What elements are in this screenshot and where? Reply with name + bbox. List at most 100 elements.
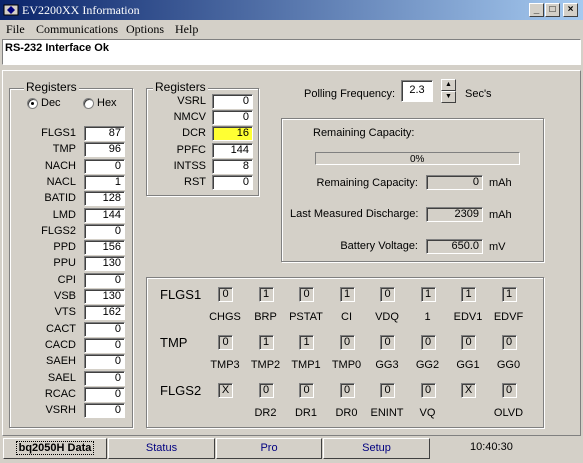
- register-value: 0: [84, 223, 125, 239]
- polling-spin-up[interactable]: ▲: [441, 79, 456, 91]
- register-label: CACT: [46, 322, 76, 335]
- flag-bit-name: DR0: [335, 407, 358, 419]
- last-measured-discharge-label: Last Measured Discharge:: [290, 208, 419, 220]
- register-value: 0: [84, 272, 125, 288]
- flag-bit-name: GG2: [415, 359, 440, 371]
- flag-bit: 0: [380, 335, 395, 350]
- polling-input[interactable]: 2.3: [401, 80, 433, 102]
- flag-bit: 0: [461, 335, 476, 350]
- flag-bit-name: EDV1: [453, 311, 483, 323]
- capacity-progress-text: 0%: [410, 154, 425, 165]
- flag-bit: 1: [299, 335, 314, 350]
- tab-status[interactable]: Status: [108, 438, 215, 459]
- flag-bit-name: VQ: [419, 407, 436, 419]
- register-value: 0: [84, 403, 125, 419]
- register-label: NMCV: [173, 111, 206, 124]
- remaining-capacity-unit: mAh: [489, 177, 512, 189]
- menu-communications[interactable]: Communications: [36, 22, 118, 37]
- flag-bit: 0: [339, 383, 355, 398]
- app-icon: [3, 4, 19, 16]
- minimize-button[interactable]: _: [529, 3, 544, 17]
- polling-spin-down[interactable]: ▼: [441, 91, 456, 103]
- register-value: 0: [84, 386, 125, 402]
- flag-bit: 1: [258, 287, 274, 302]
- register-label: CACD: [44, 338, 76, 351]
- flag-bit-name: PSTAT: [289, 311, 323, 323]
- flag-bit: 1: [420, 287, 436, 302]
- register-value: 0: [84, 370, 125, 386]
- hex-radio-label: Hex: [97, 97, 117, 109]
- flag-bit: 1: [501, 287, 517, 302]
- close-button[interactable]: ×: [563, 3, 578, 17]
- mid-registers-title: Registers: [153, 80, 208, 94]
- register-label: FLGS2: [41, 224, 76, 237]
- dec-radio[interactable]: [27, 98, 38, 109]
- flag-bit-name: DR1: [294, 407, 317, 419]
- remaining-capacity-label: Remaining Capacity:: [316, 177, 419, 189]
- flag-bit-name: TMP0: [331, 359, 362, 371]
- menu-help[interactable]: Help: [175, 22, 198, 37]
- flag-bit-name: DR2: [254, 407, 277, 419]
- register-label: DCR: [182, 127, 206, 140]
- register-label: FLGS1: [41, 127, 76, 139]
- register-value: 130: [84, 256, 125, 272]
- title-bar: EV2200XX Information _ □ ×: [0, 0, 583, 20]
- polling-unit: Sec's: [465, 88, 492, 100]
- register-label: CPI: [57, 273, 76, 286]
- register-value: 144: [212, 142, 253, 158]
- flag-bit-name: GG0: [496, 359, 521, 371]
- status-message: RS-232 Interface Ok: [5, 42, 109, 54]
- flag-row-label: FLGS2: [160, 383, 202, 398]
- flag-bit-name: OLVD: [493, 407, 524, 419]
- clock: 10:40:30: [470, 441, 513, 453]
- flag-bit-name: GG3: [375, 359, 399, 371]
- register-value: 144: [84, 207, 125, 223]
- flag-bit: 1: [339, 287, 355, 302]
- tab-setup-label: Setup: [362, 442, 391, 454]
- polling-label: Polling Frequency:: [304, 88, 396, 100]
- flag-row-label: TMP: [160, 335, 188, 350]
- register-value: 96: [84, 142, 125, 158]
- register-value: 16: [212, 126, 253, 142]
- flag-bit-name: TMP3: [210, 359, 240, 371]
- last-measured-discharge-unit: mAh: [489, 209, 512, 221]
- tab-bq2050h-data-label: bq2050H Data: [15, 441, 95, 455]
- flag-bit-name: GG1: [456, 359, 480, 371]
- flag-bit-name: CI: [341, 311, 352, 323]
- register-value: 0: [84, 354, 125, 370]
- register-label: SAEL: [47, 371, 76, 384]
- menu-options[interactable]: Options: [126, 22, 164, 37]
- flag-bit: 0: [218, 335, 233, 350]
- register-value: 1: [84, 174, 125, 190]
- dec-radio-label: Dec: [41, 97, 61, 109]
- hex-radio[interactable]: [83, 98, 94, 109]
- flag-bit: 0: [339, 335, 355, 350]
- tab-bq2050h-data[interactable]: bq2050H Data: [3, 438, 107, 459]
- tab-pro-label: Pro: [260, 442, 278, 454]
- register-value: 0: [212, 175, 253, 190]
- flag-bit: 1: [461, 287, 476, 302]
- register-label: PPD: [53, 241, 76, 254]
- flag-bit-name: TMP2: [250, 359, 281, 371]
- menu-bar: File Communications Options Help: [0, 20, 583, 38]
- register-value: 156: [84, 240, 125, 256]
- register-value: 128: [84, 191, 125, 207]
- register-value: 130: [84, 289, 125, 304]
- flag-bit-name: 1: [424, 311, 431, 323]
- register-label: BATID: [44, 192, 76, 205]
- remaining-capacity-title: Remaining Capacity:: [313, 127, 415, 139]
- register-label: VSRL: [177, 95, 206, 107]
- last-measured-discharge-value: 2309: [426, 207, 483, 222]
- register-value: 8: [212, 158, 253, 174]
- flag-bit: 0: [299, 287, 314, 302]
- register-label: NACH: [44, 159, 76, 172]
- maximize-button[interactable]: □: [545, 3, 560, 17]
- menu-file[interactable]: File: [6, 22, 25, 37]
- register-label: VTS: [54, 306, 76, 319]
- flag-bit-name: CHGS: [209, 311, 241, 323]
- register-value: 0: [84, 158, 125, 174]
- flag-bit: 0: [258, 383, 274, 398]
- tab-setup[interactable]: Setup: [323, 438, 430, 459]
- flag-bit-name: VDQ: [375, 311, 399, 323]
- tab-pro[interactable]: Pro: [216, 438, 322, 459]
